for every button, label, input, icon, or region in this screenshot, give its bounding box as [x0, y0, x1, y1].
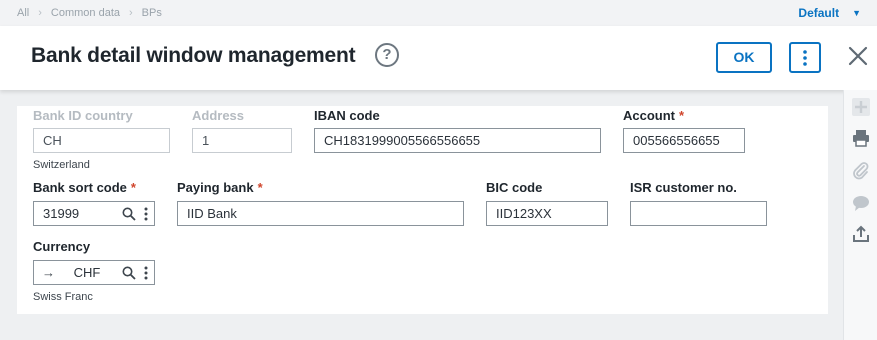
breadcrumb-common-data[interactable]: Common data [51, 7, 120, 19]
close-icon [848, 46, 868, 66]
currency-label: Currency [33, 239, 91, 254]
address-field: 1 [192, 128, 292, 153]
help-icon[interactable]: ? [375, 43, 399, 67]
ok-button[interactable]: OK [716, 42, 772, 73]
bank-id-country-label: Bank ID country [33, 108, 133, 123]
bank-sort-code-label: Bank sort code * [33, 180, 136, 195]
iban-label: IBAN code [314, 108, 380, 123]
breadcrumb: All › Common data › BPs [17, 7, 162, 19]
paying-bank-label-text: Paying bank [177, 180, 254, 195]
more-vertical-icon[interactable] [144, 266, 148, 280]
top-bar: All › Common data › BPs Default ▼ [0, 0, 877, 26]
paying-bank-field[interactable]: IID Bank [177, 201, 464, 226]
currency-value: CHF [73, 265, 101, 280]
breadcrumb-separator-icon: › [129, 7, 133, 19]
paying-bank-label: Paying bank * [177, 180, 263, 195]
close-button[interactable] [846, 44, 870, 68]
print-icon[interactable] [852, 129, 870, 147]
search-icon[interactable] [122, 266, 136, 280]
more-actions-button[interactable] [789, 42, 821, 73]
currency-field[interactable]: → CHF [33, 260, 155, 285]
bank-sort-code-label-text: Bank sort code [33, 180, 127, 195]
account-label-text: Account [623, 108, 675, 123]
required-marker: * [257, 180, 263, 195]
default-selector[interactable]: Default ▼ [798, 6, 861, 20]
required-marker: * [679, 108, 685, 123]
bank-sort-code-value: 31999 [43, 206, 80, 221]
more-vertical-icon[interactable] [144, 207, 148, 221]
more-vertical-icon [803, 49, 807, 66]
search-icon[interactable] [122, 207, 136, 221]
comment-icon[interactable] [852, 194, 870, 212]
caret-down-icon: ▼ [852, 8, 861, 18]
bank-id-country-description: Switzerland [33, 159, 90, 171]
bic-field[interactable]: IID123XX [486, 201, 608, 226]
currency-description: Swiss Franc [33, 291, 93, 303]
breadcrumb-separator-icon: › [38, 7, 42, 19]
share-icon[interactable] [852, 225, 870, 243]
bank-sort-code-field[interactable]: 31999 [33, 201, 155, 226]
required-marker: * [130, 180, 136, 195]
default-label: Default [798, 6, 840, 20]
iban-field[interactable]: CH1831999005566556655 [314, 128, 601, 153]
breadcrumb-all[interactable]: All [17, 7, 29, 19]
breadcrumb-bps[interactable]: BPs [142, 7, 162, 19]
page-title: Bank detail window management [31, 44, 356, 67]
bic-label: BIC code [486, 180, 543, 195]
bank-id-country-field: CH [33, 128, 170, 153]
right-action-rail [843, 90, 877, 340]
paperclip-icon[interactable] [852, 162, 870, 180]
arrow-right-icon[interactable]: → [42, 261, 64, 284]
dialog-header: Bank detail window management ? OK [0, 26, 877, 90]
address-label: Address [192, 108, 245, 123]
isr-customer-label: ISR customer no. [630, 180, 737, 195]
account-label: Account * [623, 108, 684, 123]
account-field[interactable]: 005566556655 [623, 128, 745, 153]
isr-customer-field[interactable] [630, 201, 767, 226]
plus-icon[interactable] [852, 98, 870, 116]
